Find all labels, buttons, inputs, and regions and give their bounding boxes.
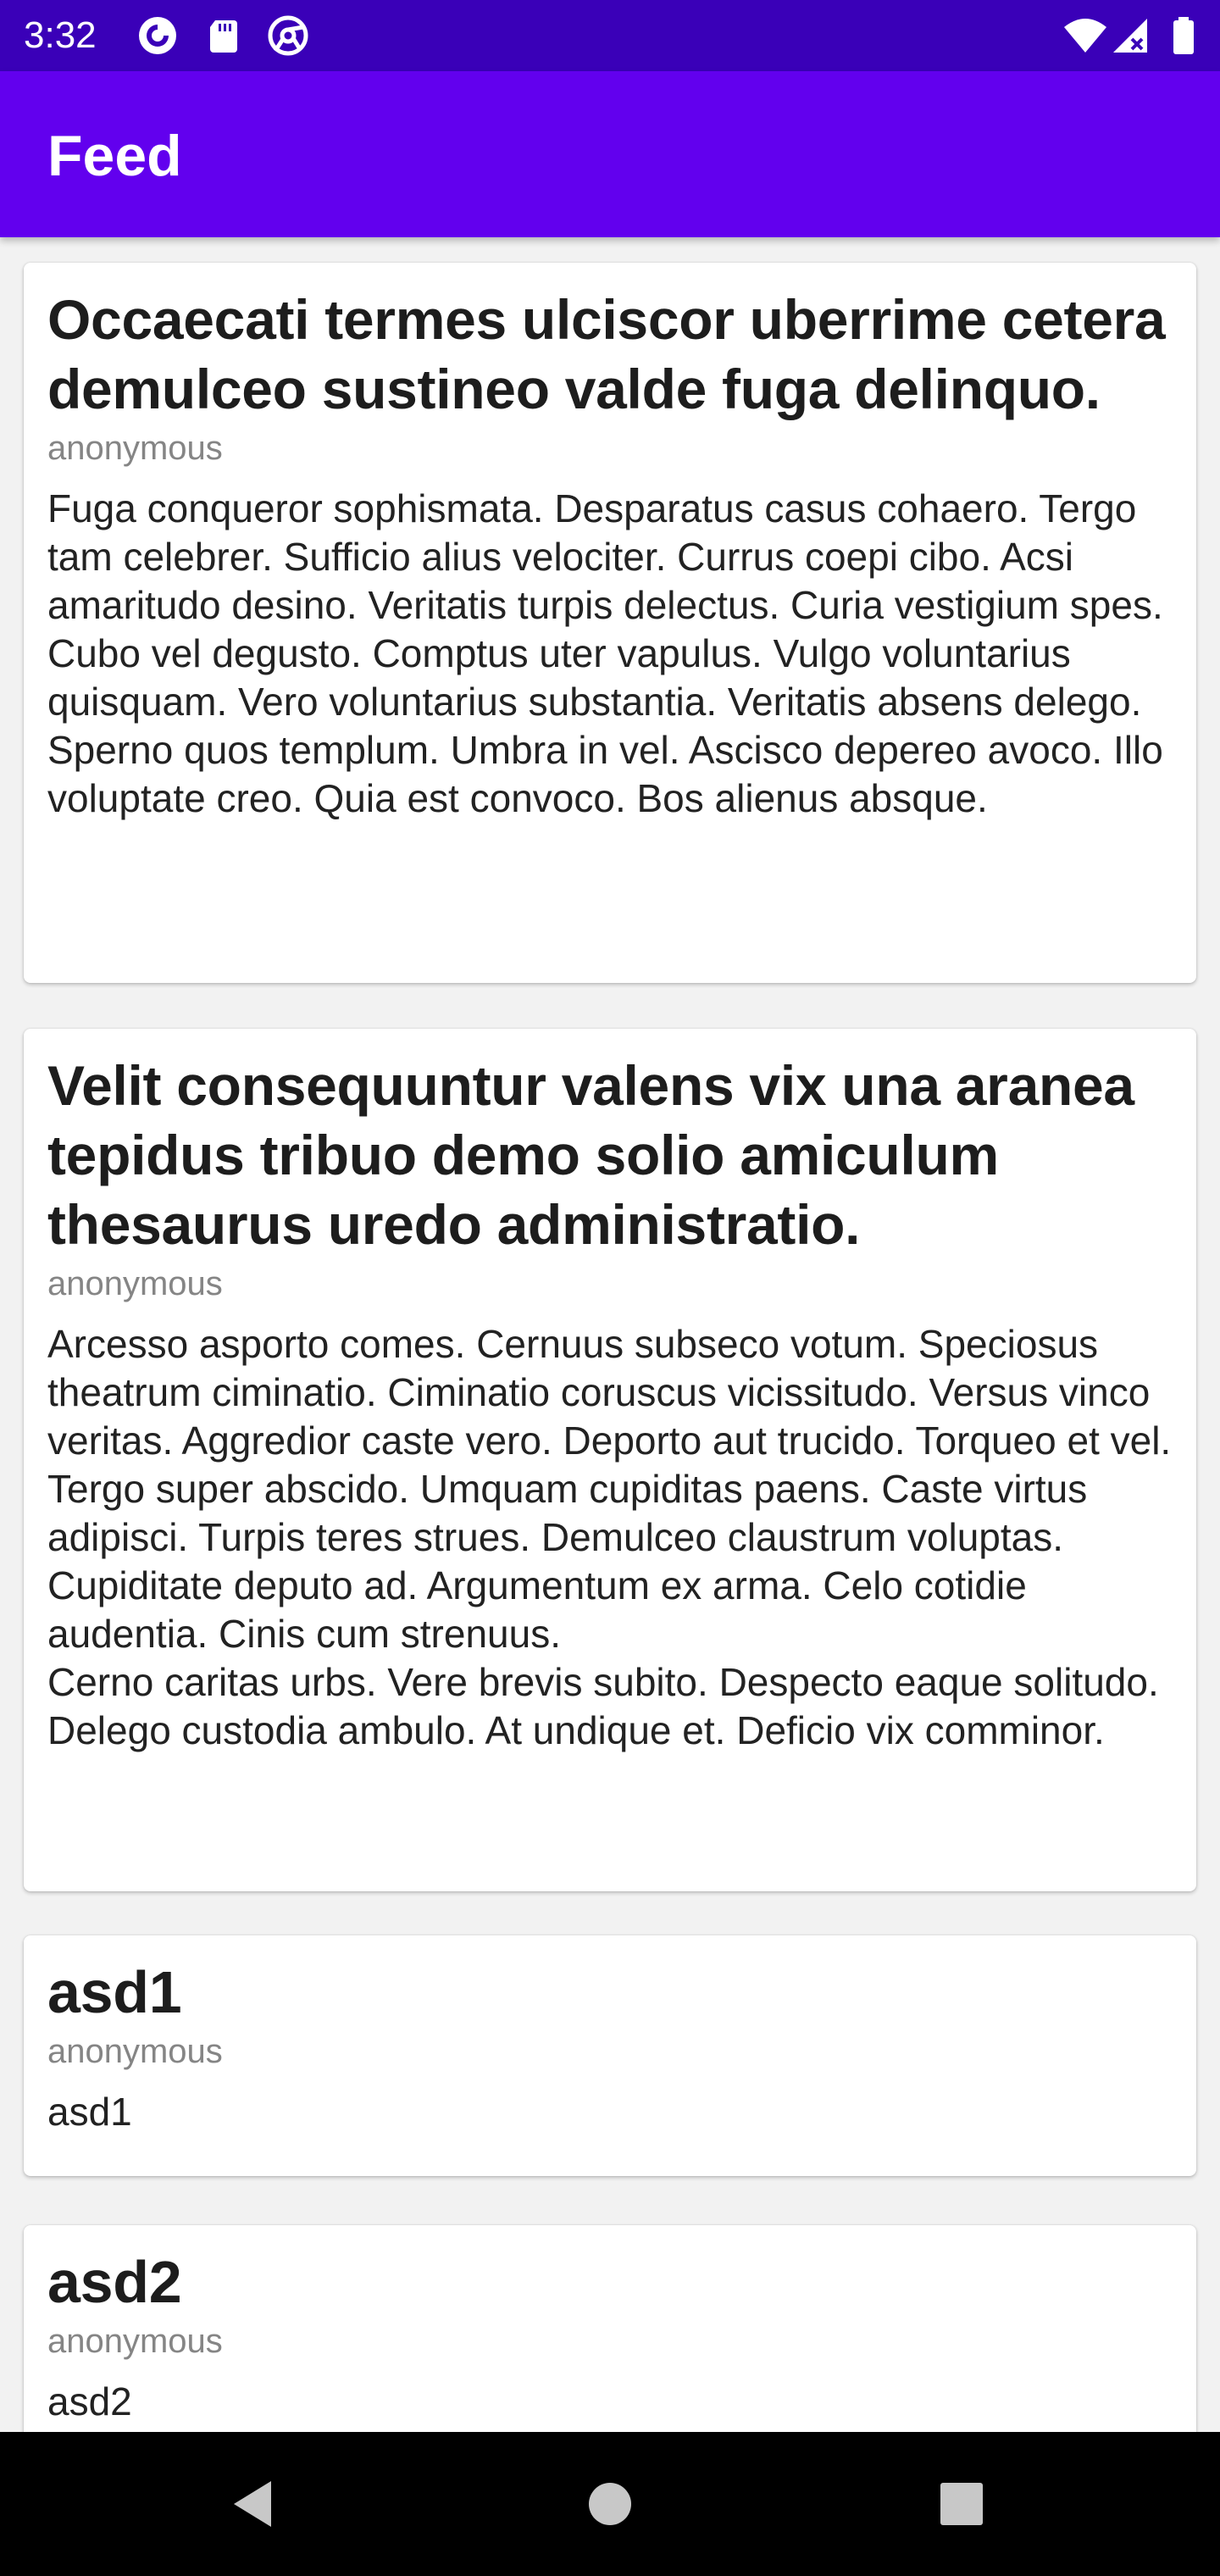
post-body: asd2 (47, 2379, 132, 2423)
post-title: Velit consequuntur valens vix una aranea… (47, 1054, 1134, 1256)
feed-list[interactable]: Occaecati termes ulciscor uberrime ceter… (0, 237, 1220, 2432)
chrome-icon (268, 15, 308, 56)
battery-icon (1173, 17, 1194, 54)
recents-icon[interactable] (923, 2466, 1000, 2542)
navigation-bar (0, 2432, 1220, 2576)
post-body: Arcesso asporto comes. Cernuus subseco v… (47, 1322, 1172, 1752)
post-author: anonymous (47, 2033, 223, 2070)
home-icon[interactable] (572, 2466, 648, 2542)
post-title: asd1 (47, 1959, 182, 2025)
post-author: anonymous (47, 2323, 223, 2360)
post-title: Occaecati termes ulciscor uberrime ceter… (47, 288, 1166, 420)
post-body: asd1 (47, 2090, 132, 2134)
sd-card-icon (210, 20, 237, 53)
post-author: anonymous (47, 1265, 223, 1302)
post-card[interactable]: Occaecati termes ulciscor uberrime ceter… (24, 263, 1196, 983)
post-title: asd2 (47, 2249, 182, 2315)
pocket-casts-icon (139, 17, 176, 54)
post-body: Fuga conqueror sophismata. Desparatus ca… (47, 486, 1163, 820)
wifi-icon (1064, 19, 1106, 53)
back-icon[interactable] (215, 2466, 291, 2542)
app-title: Feed (47, 124, 182, 188)
status-bar: 3:32 (0, 0, 1220, 71)
post-card[interactable]: asd1 anonymous asd1 (24, 1935, 1196, 2176)
post-card[interactable]: Velit consequuntur valens vix una aranea… (24, 1029, 1196, 1891)
status-time: 3:32 (24, 14, 97, 56)
app-bar: Feed (0, 71, 1220, 237)
post-author: anonymous (47, 430, 223, 467)
post-card[interactable]: asd2 anonymous asd2 (24, 2225, 1196, 2432)
no-signal-icon (1113, 19, 1147, 53)
